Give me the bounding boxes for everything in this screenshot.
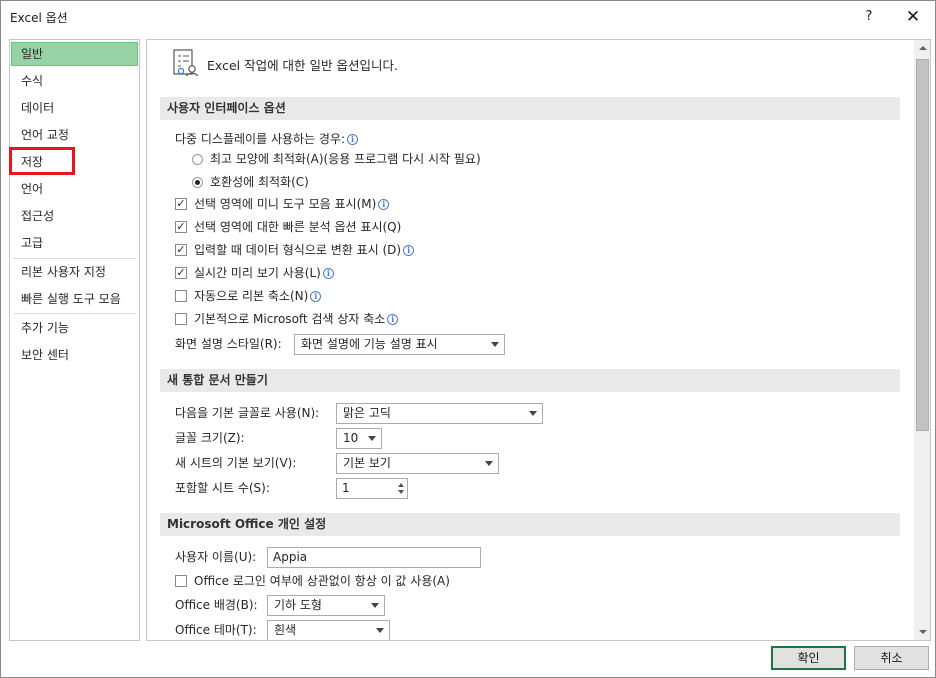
sheet-count-stepper[interactable]: 1 bbox=[336, 478, 408, 499]
quick-analysis-label[interactable]: 선택 영역에 대한 빠른 분석 옵션 표시(Q) bbox=[194, 217, 401, 237]
default-view-dropdown[interactable]: 기본 보기 bbox=[336, 453, 499, 474]
info-icon[interactable]: i bbox=[378, 199, 390, 210]
options-content-panel: Excel 작업에 대한 일반 옵션입니다. 사용자 인터페이스 옵션 다중 디… bbox=[146, 39, 931, 641]
sidebar-item-accessibility[interactable]: 접근성 bbox=[11, 204, 138, 228]
window-title: Excel 옵션 bbox=[10, 11, 68, 25]
convert-data-label-row: 입력할 때 데이터 형식으로 변환 표시 (D) i bbox=[194, 240, 415, 260]
default-font-dropdown[interactable]: 맑은 고딕 bbox=[336, 403, 543, 424]
sidebar-divider bbox=[14, 313, 136, 314]
ok-button[interactable]: 확인 bbox=[771, 646, 846, 670]
collapse-ribbon-checkbox[interactable] bbox=[175, 290, 187, 302]
sidebar-item-advanced[interactable]: 고급 bbox=[11, 231, 138, 255]
office-background-label: Office 배경(B): bbox=[175, 598, 258, 612]
quick-analysis-checkbox[interactable]: ✓ bbox=[175, 221, 187, 233]
sidebar-divider bbox=[14, 258, 136, 259]
spin-up-icon[interactable] bbox=[398, 483, 404, 487]
sheet-count-value: 1 bbox=[342, 481, 350, 495]
live-preview-label[interactable]: 실시간 미리 보기 사용(L) bbox=[194, 266, 321, 280]
section-header-new-workbook: 새 통합 문서 만들기 bbox=[160, 369, 900, 392]
live-preview-checkbox[interactable]: ✓ bbox=[175, 267, 187, 279]
spin-down-icon[interactable] bbox=[398, 490, 404, 494]
chevron-down-icon bbox=[491, 342, 499, 347]
info-icon[interactable]: i bbox=[322, 268, 334, 279]
sidebar-item-customize-ribbon[interactable]: 리본 사용자 지정 bbox=[11, 260, 138, 284]
font-size-value: 10 bbox=[343, 431, 359, 445]
scrollbar-thumb[interactable] bbox=[916, 59, 929, 431]
office-background-dropdown[interactable]: 기하 도형 bbox=[267, 595, 385, 616]
section-header-personalize: Microsoft Office 개인 설정 bbox=[160, 513, 900, 536]
section-header-ui-options: 사용자 인터페이스 옵션 bbox=[160, 97, 900, 120]
multi-display-label-row: 다중 디스플레이를 사용하는 경우: i bbox=[175, 129, 359, 149]
sidebar-item-proofing[interactable]: 언어 교정 bbox=[11, 123, 138, 147]
chevron-down-icon bbox=[376, 628, 384, 633]
multi-display-label: 다중 디스플레이를 사용하는 경우: bbox=[175, 132, 346, 146]
general-header-text: Excel 작업에 대한 일반 옵션입니다. bbox=[207, 58, 398, 73]
title-bar: Excel 옵션 ? ✕ bbox=[1, 1, 935, 33]
options-sidebar: 일반 수식 데이터 언어 교정 저장 언어 접근성 고급 리본 사용자 지정 빠… bbox=[9, 39, 140, 641]
sidebar-item-add-ins[interactable]: 추가 기능 bbox=[11, 316, 138, 340]
info-icon[interactable]: i bbox=[310, 291, 322, 302]
mini-toolbar-checkbox[interactable]: ✓ bbox=[175, 198, 187, 210]
convert-data-label[interactable]: 입력할 때 데이터 형식으로 변환 표시 (D) bbox=[194, 243, 401, 257]
always-use-values-checkbox[interactable] bbox=[175, 575, 187, 587]
mini-toolbar-label-row: 선택 영역에 미니 도구 모음 표시(M) i bbox=[194, 194, 390, 214]
office-theme-label: Office 테마(T): bbox=[175, 623, 257, 637]
chevron-down-icon bbox=[485, 461, 493, 466]
sidebar-item-data[interactable]: 데이터 bbox=[11, 96, 138, 120]
default-view-label: 새 시트의 기본 보기(V): bbox=[175, 456, 297, 470]
cancel-button[interactable]: 취소 bbox=[854, 646, 929, 670]
always-use-values-label[interactable]: Office 로그인 여부에 상관없이 항상 이 값 사용(A) bbox=[194, 571, 450, 591]
info-icon[interactable]: i bbox=[347, 134, 359, 145]
office-theme-value: 흰색 bbox=[274, 623, 297, 637]
screentip-style-dropdown[interactable]: 화면 설명에 기능 설명 표시 bbox=[294, 334, 505, 355]
font-size-label: 글꼴 크기(Z): bbox=[175, 431, 245, 445]
chevron-down-icon bbox=[371, 603, 379, 608]
general-options-icon bbox=[173, 49, 199, 77]
office-background-value: 기하 도형 bbox=[274, 598, 322, 612]
optimize-compat-label[interactable]: 호환성에 최적화(C) bbox=[210, 172, 309, 192]
chevron-down-icon bbox=[368, 436, 376, 441]
username-label: 사용자 이름(U): bbox=[175, 550, 257, 564]
optimize-appearance-radio[interactable] bbox=[192, 154, 203, 165]
close-button[interactable]: ✕ bbox=[897, 4, 929, 30]
optimize-appearance-label[interactable]: 최고 모양에 최적화(A)(응용 프로그램 다시 시작 필요) bbox=[210, 149, 481, 169]
collapse-search-checkbox[interactable] bbox=[175, 313, 187, 325]
options-content: Excel 작업에 대한 일반 옵션입니다. 사용자 인터페이스 옵션 다중 디… bbox=[147, 40, 913, 640]
chevron-down-icon bbox=[529, 411, 537, 416]
sidebar-item-save[interactable]: 저장 bbox=[11, 150, 138, 174]
collapse-search-label[interactable]: 기본적으로 Microsoft 검색 상자 축소 bbox=[194, 312, 385, 326]
screentip-style-value: 화면 설명에 기능 설명 표시 bbox=[301, 337, 438, 351]
font-size-dropdown[interactable]: 10 bbox=[336, 428, 382, 449]
sidebar-item-formulas[interactable]: 수식 bbox=[11, 69, 138, 93]
default-font-label: 다음을 기본 글꼴로 사용(N): bbox=[175, 406, 320, 420]
default-font-value: 맑은 고딕 bbox=[343, 406, 391, 420]
username-value: Appia bbox=[273, 550, 308, 564]
office-theme-dropdown[interactable]: 흰색 bbox=[267, 620, 390, 640]
excel-options-dialog: Excel 옵션 ? ✕ 일반 수식 데이터 언어 교정 저장 언어 접근성 고… bbox=[0, 0, 936, 678]
help-button[interactable]: ? bbox=[859, 6, 879, 28]
collapse-search-label-row: 기본적으로 Microsoft 검색 상자 축소 i bbox=[194, 309, 399, 329]
sidebar-item-quick-access-toolbar[interactable]: 빠른 실행 도구 모음 bbox=[11, 287, 138, 311]
sidebar-item-trust-center[interactable]: 보안 센터 bbox=[11, 343, 138, 367]
live-preview-label-row: 실시간 미리 보기 사용(L) i bbox=[194, 263, 334, 283]
screentip-style-label: 화면 설명 스타일(R): bbox=[175, 337, 282, 351]
sheet-count-label: 포함할 시트 수(S): bbox=[175, 481, 270, 495]
optimize-compat-radio[interactable] bbox=[192, 177, 203, 188]
sidebar-item-general[interactable]: 일반 bbox=[11, 42, 138, 66]
scroll-up-icon[interactable] bbox=[914, 40, 930, 57]
default-view-value: 기본 보기 bbox=[343, 456, 391, 470]
convert-data-checkbox[interactable]: ✓ bbox=[175, 244, 187, 256]
info-icon[interactable]: i bbox=[403, 245, 415, 256]
mini-toolbar-label[interactable]: 선택 영역에 미니 도구 모음 표시(M) bbox=[194, 197, 376, 211]
collapse-ribbon-label-row: 자동으로 리본 축소(N) i bbox=[194, 286, 322, 306]
sidebar-item-language[interactable]: 언어 bbox=[11, 177, 138, 201]
info-icon[interactable]: i bbox=[387, 314, 399, 325]
scroll-down-icon[interactable] bbox=[914, 623, 930, 640]
username-input[interactable]: Appia bbox=[267, 547, 481, 568]
vertical-scrollbar[interactable] bbox=[914, 40, 930, 640]
collapse-ribbon-label[interactable]: 자동으로 리본 축소(N) bbox=[194, 289, 308, 303]
